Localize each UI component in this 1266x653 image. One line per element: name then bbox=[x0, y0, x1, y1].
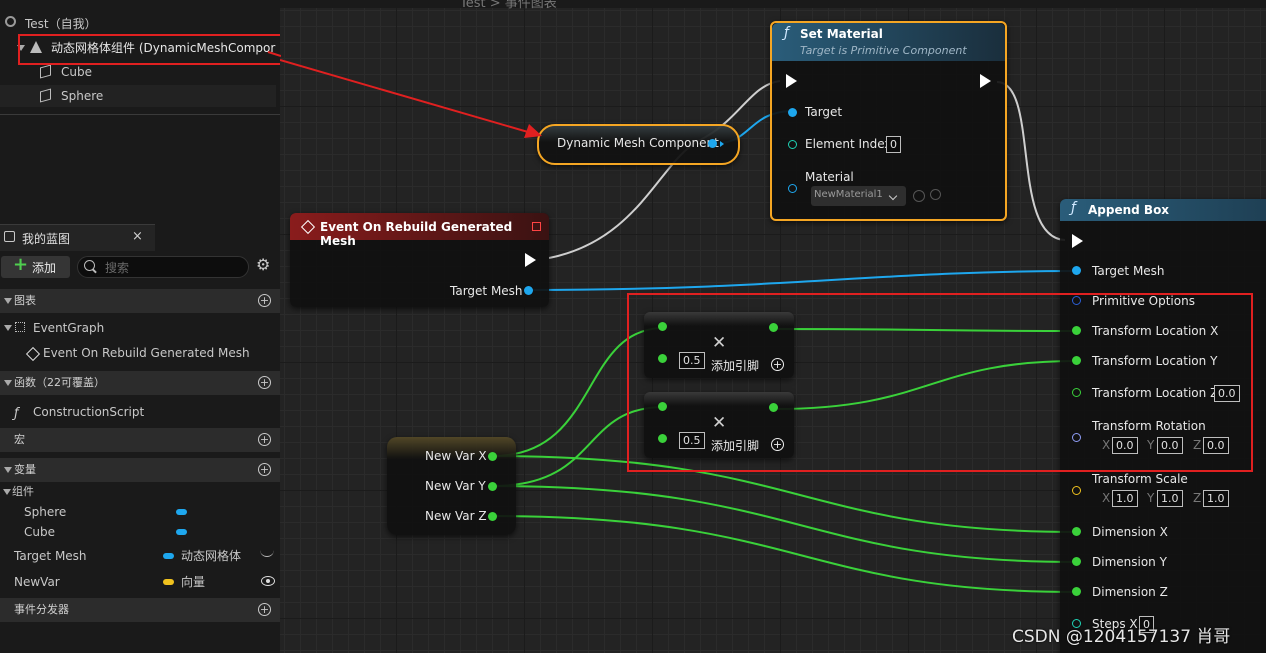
expand-arrow-icon bbox=[3, 489, 11, 495]
component-sphere-label: Sphere bbox=[61, 89, 104, 103]
component-sphere[interactable]: Sphere bbox=[0, 85, 276, 107]
event-graph-label: EventGraph bbox=[33, 321, 105, 335]
variable-newvar[interactable]: NewVar 向量 bbox=[0, 570, 280, 594]
eye-pupil bbox=[266, 579, 270, 583]
section-macros-label: 宏 bbox=[14, 433, 25, 446]
tab-my-blueprint[interactable]: 我的蓝图 × bbox=[0, 224, 155, 251]
add-graph-icon[interactable]: + bbox=[258, 294, 271, 307]
construction-script-item[interactable]: ƒ ConstructionScript bbox=[0, 401, 280, 423]
event-item[interactable]: Event On Rebuild Generated Mesh bbox=[0, 342, 280, 364]
watermark: CSDN @1204157137 肖哥 bbox=[1012, 627, 1231, 647]
tab-my-blueprint-label: 我的蓝图 bbox=[22, 232, 71, 246]
components-group[interactable]: 组件 bbox=[0, 482, 280, 502]
add-function-icon[interactable]: + bbox=[258, 376, 271, 389]
plus-icon: + bbox=[13, 254, 29, 275]
variable-sphere[interactable]: Sphere bbox=[0, 501, 280, 523]
section-event-dispatchers-label: 事件分发器 bbox=[14, 603, 69, 616]
expand-arrow-icon bbox=[4, 325, 12, 331]
close-icon[interactable]: × bbox=[132, 229, 143, 244]
variable-sphere-label: Sphere bbox=[24, 505, 67, 519]
component-root-label: Test（自我） bbox=[25, 17, 97, 31]
variable-cube-label: Cube bbox=[24, 525, 55, 539]
variable-cube[interactable]: Cube bbox=[0, 521, 280, 543]
variable-target-mesh-type: 动态网格体 bbox=[181, 549, 242, 563]
static-mesh-icon bbox=[40, 88, 51, 103]
actor-icon bbox=[5, 16, 16, 27]
settings-gear-icon[interactable]: ⚙ bbox=[256, 257, 272, 273]
component-root[interactable]: Test（自我） bbox=[0, 13, 280, 35]
eye-closed-icon[interactable] bbox=[260, 550, 274, 557]
highlight-box bbox=[18, 34, 302, 65]
event-graph-item[interactable]: EventGraph bbox=[0, 317, 280, 339]
annotation-arrow bbox=[280, 59, 542, 138]
event-graph-canvas[interactable]: Test > 事件图表 ƒ Set Material Target is Pri… bbox=[280, 0, 1266, 653]
object-type-pill bbox=[176, 509, 187, 515]
variable-newvar-type: 向量 bbox=[181, 575, 206, 589]
components-group-label: 组件 bbox=[12, 485, 34, 498]
object-type-pill bbox=[176, 529, 187, 535]
add-button-label: 添加 bbox=[32, 261, 57, 275]
section-graphs[interactable]: 图表 + bbox=[0, 289, 280, 313]
section-event-dispatchers[interactable]: 事件分发器 + bbox=[0, 598, 280, 622]
vector-type-pill bbox=[163, 579, 174, 585]
section-variables-label: 变量 bbox=[14, 463, 36, 476]
divider bbox=[0, 114, 280, 115]
add-button[interactable]: + 添加 bbox=[1, 254, 70, 278]
add-dispatcher-icon[interactable]: + bbox=[258, 603, 271, 616]
section-functions-label: 函数（22可覆盖） bbox=[14, 376, 105, 389]
event-diamond-icon bbox=[25, 346, 41, 362]
object-type-pill bbox=[163, 553, 174, 559]
add-variable-icon[interactable]: + bbox=[258, 463, 271, 476]
add-macro-icon[interactable]: + bbox=[258, 433, 271, 446]
variable-target-mesh-label: Target Mesh bbox=[14, 549, 87, 563]
collapse-arrow-icon bbox=[4, 380, 12, 386]
collapse-arrow-icon bbox=[4, 467, 12, 473]
book-icon bbox=[4, 231, 15, 242]
section-functions[interactable]: 函数（22可覆盖） + bbox=[0, 371, 280, 395]
static-mesh-icon bbox=[40, 64, 51, 79]
variable-target-mesh[interactable]: Target Mesh 动态网格体 bbox=[0, 544, 280, 568]
search-placeholder: 搜索 bbox=[105, 261, 130, 275]
function-icon: ƒ bbox=[14, 406, 19, 421]
search-icon-handle bbox=[92, 268, 97, 274]
section-graphs-label: 图表 bbox=[14, 294, 36, 307]
search-input[interactable]: 搜索 bbox=[77, 256, 249, 278]
graph-icon bbox=[15, 322, 25, 332]
construction-script-label: ConstructionScript bbox=[33, 405, 145, 419]
left-panel: Test（自我） 动态网格体组件 (DynamicMeshCompor Cube… bbox=[0, 0, 302, 653]
variable-newvar-label: NewVar bbox=[14, 575, 60, 589]
section-variables[interactable]: 变量 + bbox=[0, 458, 280, 482]
event-item-label: Event On Rebuild Generated Mesh bbox=[43, 346, 250, 360]
section-macros[interactable]: 宏 + bbox=[0, 428, 280, 452]
collapse-arrow-icon bbox=[4, 298, 12, 304]
